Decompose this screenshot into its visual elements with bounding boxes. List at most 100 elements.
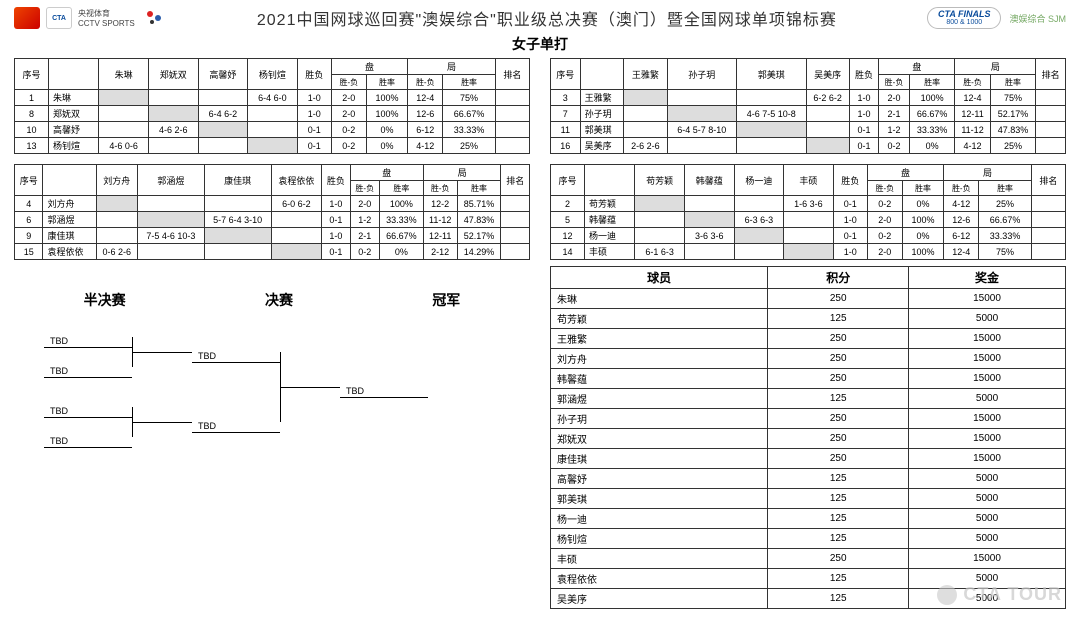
group-row: 16吴美序2-6 2-60-10-20%4-1225%	[551, 138, 1066, 154]
cell-jf: 12-11	[955, 106, 990, 122]
sub-sr: 胜率	[366, 75, 407, 90]
cell-score: 6-4 5-7 8-10	[667, 122, 737, 138]
pts-player: 杨一迪	[551, 509, 768, 529]
cell-score	[271, 244, 322, 260]
group-row: 9康佳琪7-5 4-6 10-31-02-166.67%12-1152.17%	[15, 228, 530, 244]
col-wl: 胜负	[322, 165, 350, 196]
col-ju: 局	[944, 165, 1032, 181]
col-wl: 胜负	[833, 165, 867, 196]
cell-jf: 4-12	[944, 196, 979, 212]
cell-jr: 47.83%	[457, 212, 501, 228]
points-row: 杨一迪1255000	[551, 509, 1066, 529]
cell-rank	[495, 122, 529, 138]
col-player: 杨一迪	[734, 165, 784, 196]
cell-wl: 1-0	[833, 244, 867, 260]
cell-wl: 0-1	[849, 122, 879, 138]
cell-player: 袁程依依	[43, 244, 96, 260]
group-row: 14丰硕6-1 6-31-02-0100%12-475%	[551, 244, 1066, 260]
sub-sf: 胜-负	[879, 75, 909, 90]
points-row: 高馨妤1255000	[551, 469, 1066, 489]
cell-player: 杨钊煊	[49, 138, 99, 154]
points-row: 韩馨蕴25015000	[551, 369, 1066, 389]
cell-seq: 14	[551, 244, 585, 260]
cell-score: 6-0 6-2	[271, 196, 322, 212]
col-rank: 排名	[1036, 59, 1066, 90]
pts-points: 125	[768, 589, 909, 609]
group-table: 序号C组刘方舟郭涵煜康佳琪袁程依依胜负盘局排名胜-负胜率胜-负胜率4刘方舟6-0…	[14, 164, 530, 260]
col-player: 朱琳	[99, 59, 149, 90]
sub-sr: 胜率	[457, 181, 501, 196]
sub-sf: 胜-负	[350, 181, 379, 196]
col-pan: 盘	[350, 165, 423, 181]
cell-jf: 12-6	[944, 212, 979, 228]
cell-pr: 100%	[366, 106, 407, 122]
bracket-body: TBD TBD TBD TBD TBD TBD TBD	[14, 316, 530, 466]
group-name: B组	[580, 59, 624, 90]
label-final: 决赛	[265, 290, 293, 310]
group-row: 6郭涵煜5-7 6-4 3-100-11-233.33%11-1247.83%	[15, 212, 530, 228]
sf-slot-4: TBD	[44, 436, 132, 448]
cell-score	[248, 122, 298, 138]
cell-rank	[501, 196, 530, 212]
sub-sr: 胜率	[909, 75, 955, 90]
cell-pf: 2-0	[350, 196, 379, 212]
cell-score	[635, 196, 685, 212]
col-seq: 序号	[551, 165, 585, 196]
cell-score	[667, 138, 737, 154]
points-row: 苟芳颖1255000	[551, 309, 1066, 329]
points-row: 朱琳25015000	[551, 289, 1066, 309]
cell-score	[138, 196, 205, 212]
cell-score	[204, 196, 271, 212]
pts-points: 125	[768, 309, 909, 329]
cell-pf: 2-1	[350, 228, 379, 244]
group-table: 序号B组王雅繁孙子玥郭美琪吴美序胜负盘局排名胜-负胜率胜-负胜率3王雅繁6-2 …	[550, 58, 1066, 154]
pts-prize: 5000	[909, 529, 1066, 549]
cell-score	[635, 228, 685, 244]
cell-player: 郑妩双	[49, 106, 99, 122]
col-seq: 序号	[15, 59, 49, 90]
cell-jf: 12-4	[944, 244, 979, 260]
cell-score	[99, 90, 149, 106]
pts-points: 250	[768, 429, 909, 449]
cell-wl: 0-1	[322, 244, 350, 260]
cell-score	[198, 138, 248, 154]
cell-jr: 75%	[443, 90, 496, 106]
cell-score	[734, 196, 784, 212]
sub-sr: 胜率	[902, 181, 943, 196]
sub-sr: 胜率	[979, 181, 1032, 196]
sf-slot-1: TBD	[44, 336, 132, 348]
group-table: 序号A组朱琳郑妩双高馨妤杨钊煊胜负盘局排名胜-负胜率胜-负胜率1朱琳6-4 6-…	[14, 58, 530, 154]
cell-pr: 0%	[379, 244, 423, 260]
col-seq: 序号	[15, 165, 43, 196]
cell-pr: 66.67%	[379, 228, 423, 244]
cell-score: 7-5 4-6 10-3	[138, 228, 205, 244]
sub-sf: 胜-负	[944, 181, 979, 196]
cell-score	[624, 90, 667, 106]
cell-rank	[1031, 244, 1065, 260]
cctv-cn: 央视体育	[78, 8, 135, 19]
cell-rank	[1036, 90, 1066, 106]
cell-score	[784, 244, 834, 260]
cell-jr: 14.29%	[457, 244, 501, 260]
cell-jr: 66.67%	[443, 106, 496, 122]
pts-prize: 15000	[909, 549, 1066, 569]
cell-score	[248, 106, 298, 122]
pts-prize: 15000	[909, 429, 1066, 449]
cell-jf: 6-12	[408, 122, 443, 138]
cell-pf: 2-0	[867, 244, 902, 260]
label-sf: 半决赛	[84, 290, 126, 310]
cell-score	[806, 106, 849, 122]
cell-seq: 8	[15, 106, 49, 122]
champion-slot: TBD	[340, 386, 428, 398]
cell-rank	[501, 212, 530, 228]
groups-right-col: 序号B组王雅繁孙子玥郭美琪吴美序胜负盘局排名胜-负胜率胜-负胜率3王雅繁6-2 …	[550, 58, 1066, 260]
cell-seq: 6	[15, 212, 43, 228]
col-player: 韩馨蕴	[684, 165, 734, 196]
cell-pf: 0-2	[331, 122, 366, 138]
logos-right: CTA FINALS 800 & 1000 澳娱综合 SJM	[927, 7, 1066, 29]
group-row: 15袁程依依0-6 2-60-10-20%2-1214.29%	[15, 244, 530, 260]
cell-jf: 4-12	[955, 138, 990, 154]
cell-pf: 2-0	[867, 212, 902, 228]
col-player: 孙子玥	[667, 59, 737, 90]
col-player: 丰硕	[784, 165, 834, 196]
